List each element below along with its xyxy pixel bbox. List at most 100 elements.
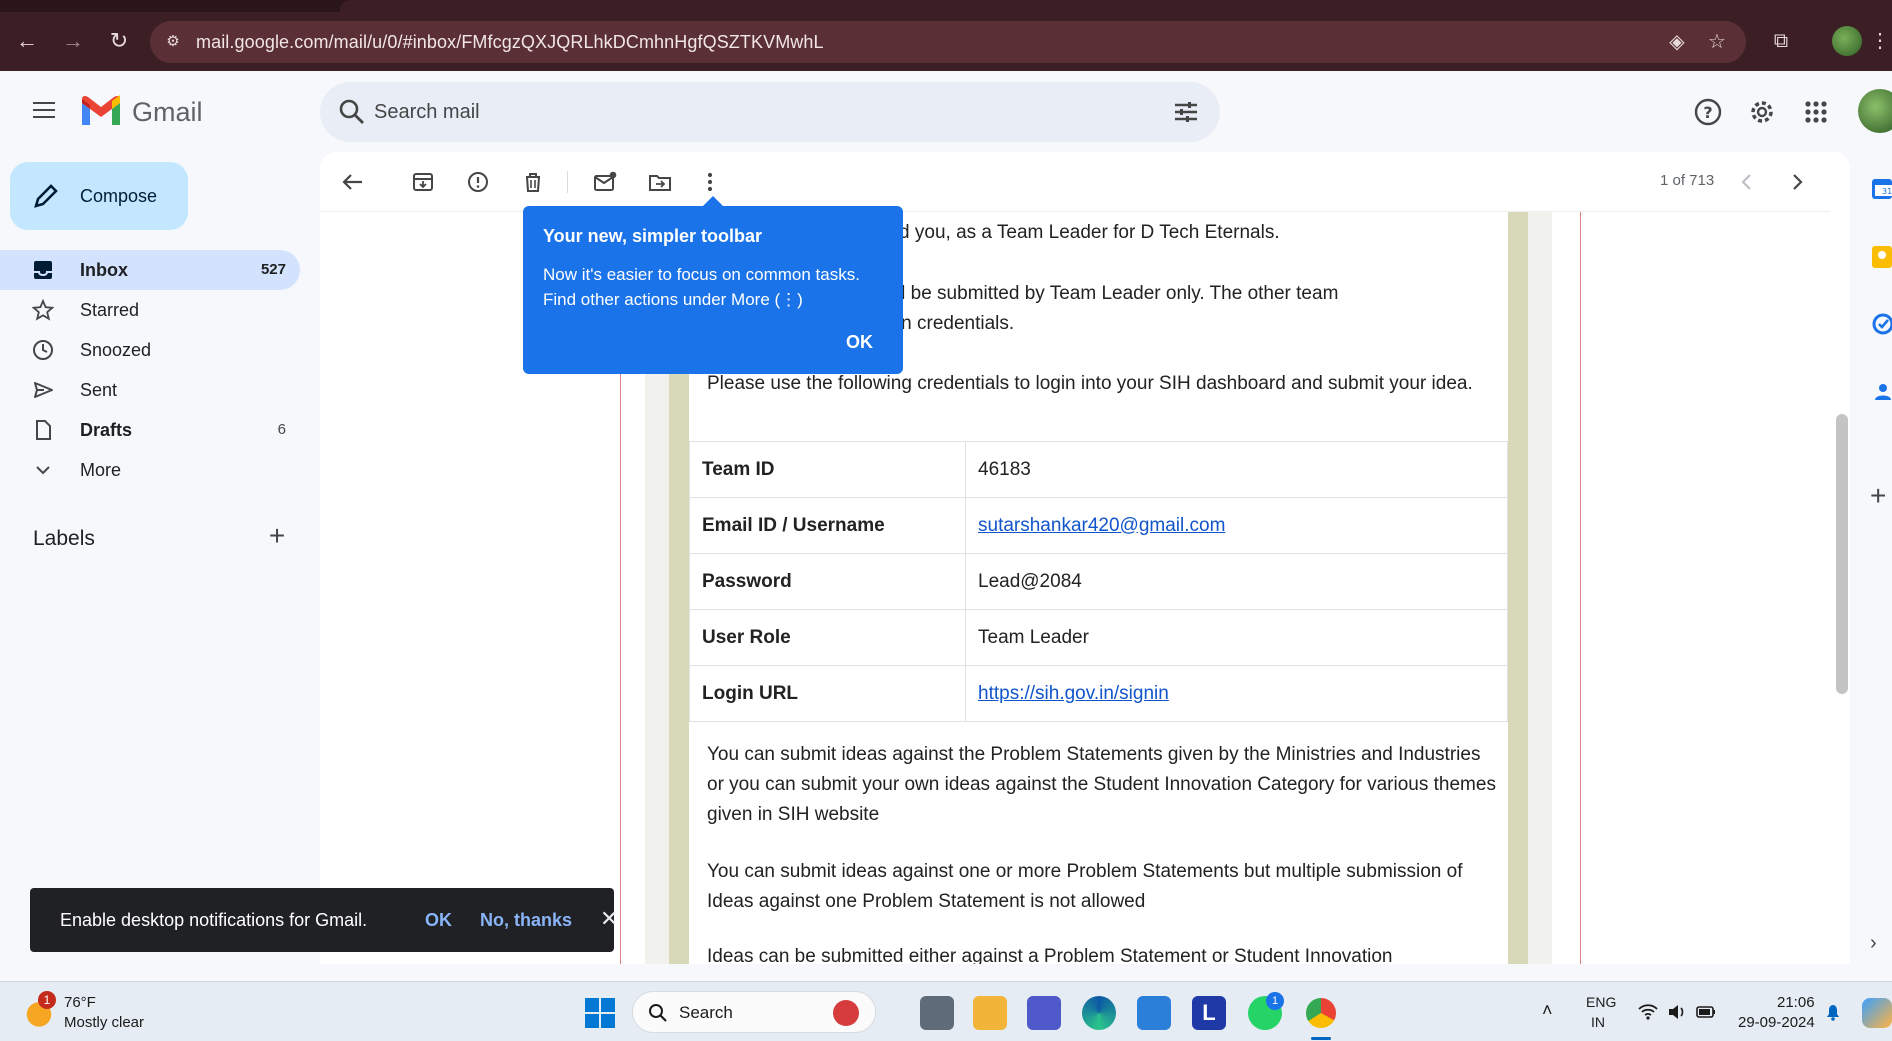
input-language-line1[interactable]: ENG [1586, 994, 1616, 1010]
newer-chevron-left-icon[interactable] [1734, 169, 1760, 195]
credential-key: Login URL [689, 665, 966, 722]
url-text[interactable]: mail.google.com/mail/u/0/#inbox/FMfcgzQX… [196, 32, 824, 53]
snackbar-ok-button[interactable]: OK [425, 910, 452, 931]
battery-icon[interactable] [1695, 1002, 1717, 1022]
windows-taskbar: 1 76°F Mostly clear Search L 1 ˄ ENG IN … [0, 981, 1892, 1041]
calendar-icon[interactable]: 31 [1870, 176, 1892, 200]
main-menu-icon[interactable] [28, 97, 60, 129]
input-language-line2[interactable]: IN [1591, 1014, 1605, 1030]
credentials-table: Team ID 46183 Email ID / Username sutarsha… [689, 441, 1508, 722]
taskbar-search-label: Search [679, 1003, 733, 1022]
credential-key: User Role [689, 609, 966, 666]
contacts-icon[interactable] [1870, 380, 1892, 404]
expand-panel-icon[interactable]: › [1870, 932, 1892, 956]
active-tab[interactable] [340, 0, 1892, 12]
profile-avatar[interactable] [1832, 26, 1862, 56]
weather-description[interactable]: Mostly clear [64, 1014, 144, 1031]
search-highlight-icon [833, 1000, 859, 1026]
tip-ok-button[interactable]: OK [846, 332, 873, 353]
l-app-icon[interactable]: L [1192, 996, 1226, 1030]
clock-time[interactable]: 21:06 [1777, 994, 1815, 1011]
sidebar-item-starred[interactable]: Starred [0, 290, 300, 330]
sidebar-item-inbox[interactable]: Inbox 527 [0, 250, 300, 290]
credential-key: Email ID / Username [689, 497, 966, 554]
weather-temperature[interactable]: 76°F [64, 994, 96, 1011]
draft-file-icon [36, 420, 51, 440]
compose-button[interactable]: Compose [10, 162, 188, 230]
side-panel: 31 + › [1850, 152, 1892, 964]
taskbar-search[interactable]: Search [632, 991, 876, 1033]
windows-start-icon[interactable] [585, 998, 615, 1028]
snackbar-message: Enable desktop notifications for Gmail. [60, 910, 368, 930]
scrollbar-thumb[interactable] [1836, 414, 1848, 694]
table-row: Team ID 46183 [689, 441, 1508, 498]
notification-bell-icon[interactable] [1822, 1002, 1844, 1022]
toolbar-divider [567, 171, 568, 193]
site-settings-icon[interactable]: ⚙ [162, 31, 184, 53]
back-icon[interactable]: ← [12, 26, 42, 56]
table-row: Password Lead@2084 [689, 553, 1508, 610]
show-hidden-icons-chevron-up-icon[interactable]: ˄ [1542, 1000, 1553, 1021]
email-link[interactable]: sutarshankar420@gmail.com [978, 515, 1225, 536]
forward-icon[interactable]: → [58, 26, 88, 56]
gmail-wordmark: Gmail [132, 97, 203, 127]
snackbar-close-icon[interactable]: ✕ [600, 906, 618, 932]
sidebar-item-drafts[interactable]: Drafts 6 [0, 410, 300, 450]
older-chevron-right-icon[interactable] [1784, 169, 1810, 195]
search-icon[interactable] [336, 96, 368, 128]
sidebar-item-sent[interactable]: Sent [0, 370, 300, 410]
wifi-icon[interactable] [1637, 1002, 1659, 1022]
copilot-icon[interactable] [1862, 998, 1892, 1028]
tab-strip [0, 0, 1892, 12]
chrome-taskbar-icon[interactable] [1304, 996, 1338, 1030]
snackbar-dismiss-button[interactable]: No, thanks [480, 910, 572, 931]
mark-unread-icon[interactable] [592, 169, 618, 195]
message-toolbar: 1 of 713 [320, 152, 1830, 212]
back-to-inbox-icon[interactable] [340, 169, 366, 195]
sidebar-item-label: Snoozed [80, 340, 152, 360]
microsoft-store-icon[interactable] [1137, 996, 1171, 1030]
account-avatar[interactable] [1858, 89, 1892, 133]
sidebar-item-label: Drafts [80, 420, 133, 440]
keep-icon[interactable] [1870, 244, 1892, 268]
submission-paragraph: You can submit ideas against the Problem… [707, 744, 1496, 825]
sidebar-item-label: More [80, 460, 122, 480]
login-url-link[interactable]: https://sih.gov.in/signin [978, 683, 1169, 704]
gmail-header: Gmail ? [0, 71, 1892, 153]
delete-trash-icon[interactable] [520, 169, 546, 195]
search-bar[interactable] [320, 82, 1220, 142]
move-to-icon[interactable] [647, 169, 673, 195]
draft-count: 6 [277, 421, 286, 438]
archive-icon[interactable] [410, 169, 436, 195]
settings-gear-icon[interactable] [1744, 94, 1780, 130]
google-apps-icon[interactable] [1798, 94, 1834, 130]
notification-snackbar: Enable desktop notifications for Gmail. … [30, 888, 618, 952]
search-options-icon[interactable] [1172, 98, 1200, 126]
whatsapp-badge: 1 [1266, 992, 1284, 1010]
add-label-icon[interactable]: + [264, 522, 290, 550]
help-icon[interactable]: ? [1690, 94, 1726, 130]
edge-browser-icon[interactable] [1082, 996, 1116, 1030]
file-explorer-icon[interactable] [973, 996, 1007, 1030]
bookmark-star-icon[interactable]: ☆ [1704, 29, 1730, 55]
get-addons-plus-icon[interactable]: + [1870, 482, 1892, 510]
clock-icon [33, 340, 53, 360]
search-input[interactable] [374, 94, 1134, 130]
more-options-icon[interactable] [697, 169, 723, 195]
chrome-menu-icon[interactable]: ⋮ [1870, 28, 1890, 54]
report-spam-icon[interactable] [465, 169, 491, 195]
sidebar-item-label: Starred [80, 300, 140, 320]
task-view-icon[interactable] [920, 996, 954, 1030]
tasks-icon[interactable] [1870, 312, 1892, 336]
volume-icon[interactable] [1666, 1002, 1688, 1022]
sidebar-item-snoozed[interactable]: Snoozed [0, 330, 300, 370]
address-bar[interactable]: ⚙ mail.google.com/mail/u/0/#inbox/FMfcgz… [150, 21, 1746, 63]
extensions-icon[interactable]: ⧉ [1768, 28, 1794, 54]
teams-icon[interactable] [1027, 996, 1061, 1030]
clock-date[interactable]: 29-09-2024 [1738, 1014, 1815, 1031]
unread-count: 527 [260, 261, 286, 278]
toolbar-tip-popup: Your new, simpler toolbar Now it's easie… [523, 196, 903, 374]
sidebar-item-more[interactable]: More [0, 450, 300, 490]
lens-icon[interactable]: ◈ [1664, 29, 1690, 55]
reload-icon[interactable]: ↻ [104, 26, 134, 56]
